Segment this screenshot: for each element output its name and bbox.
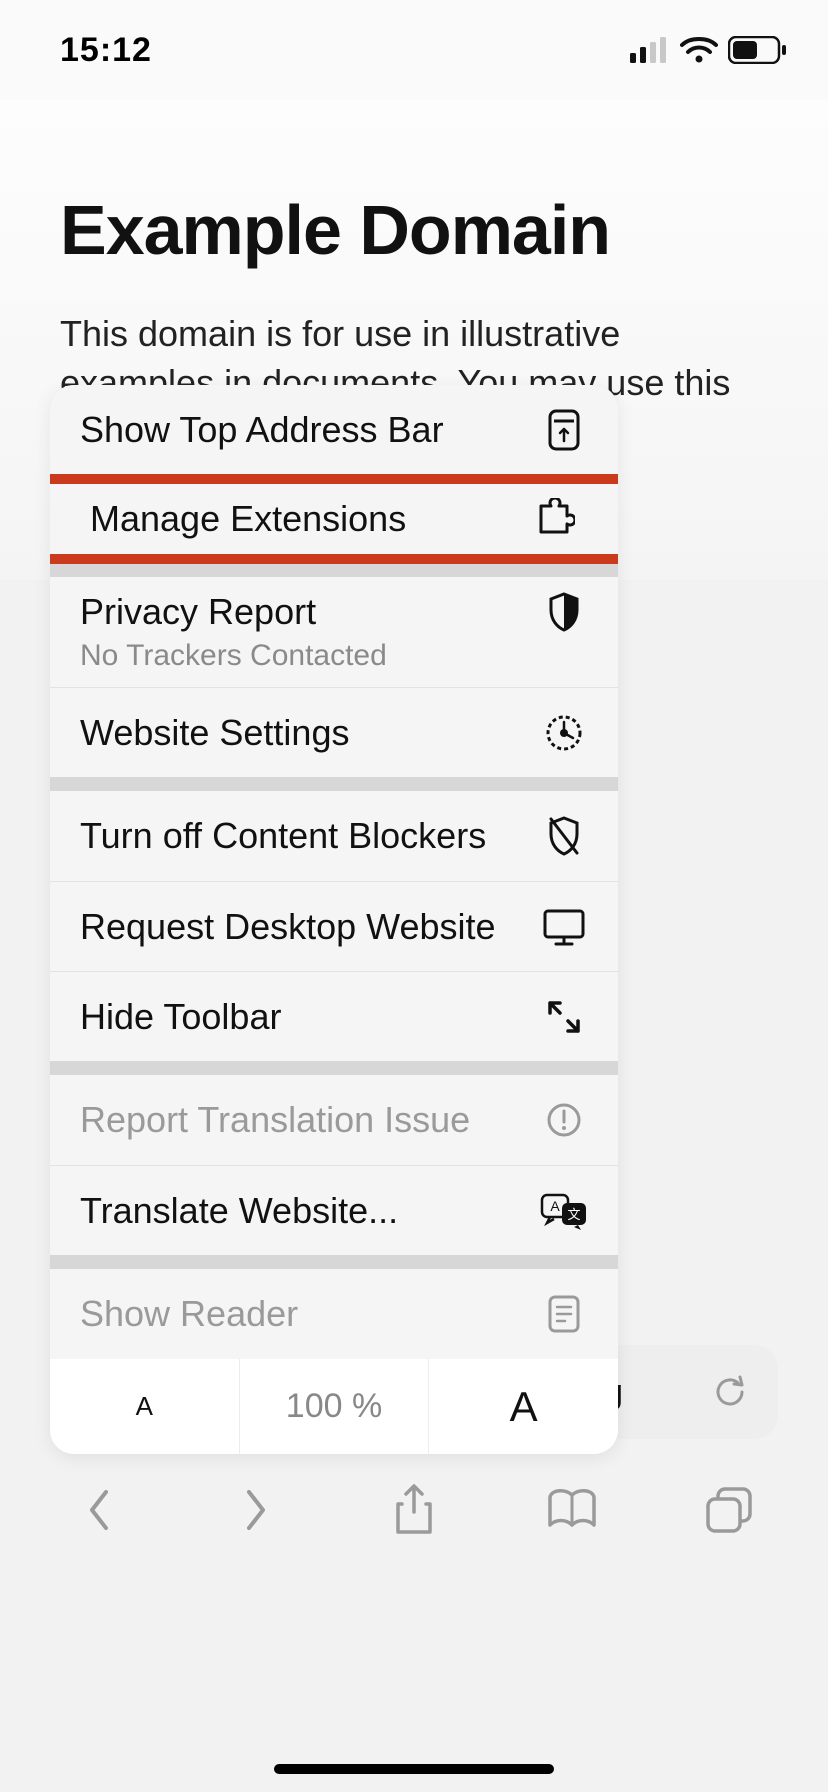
reload-icon[interactable] bbox=[712, 1374, 748, 1410]
menu-item-label: Hide Toolbar bbox=[80, 996, 540, 1038]
status-icons bbox=[630, 36, 788, 64]
puzzle-icon bbox=[530, 498, 578, 540]
shield-icon bbox=[540, 592, 588, 632]
menu-show-reader: Show Reader bbox=[50, 1269, 618, 1359]
zoom-out-label: A bbox=[136, 1391, 153, 1422]
svg-text:文: 文 bbox=[567, 1207, 580, 1222]
status-time: 15:12 bbox=[60, 31, 152, 70]
menu-item-label: Request Desktop Website bbox=[80, 906, 540, 948]
bottom-toolbar bbox=[0, 1455, 828, 1565]
page-title: Example Domain bbox=[60, 190, 768, 270]
bookmarks-button[interactable] bbox=[542, 1480, 602, 1540]
home-indicator bbox=[274, 1764, 554, 1774]
page-settings-menu: Show Top Address Bar Manage Extensions P… bbox=[50, 385, 618, 1454]
exclamation-circle-icon bbox=[540, 1101, 588, 1139]
battery-icon bbox=[728, 36, 788, 64]
menu-item-label: Report Translation Issue bbox=[80, 1099, 540, 1141]
menu-report-translation-issue: Report Translation Issue bbox=[50, 1075, 618, 1165]
menu-item-label: Turn off Content Blockers bbox=[80, 815, 540, 857]
menu-item-subtitle: No Trackers Contacted bbox=[80, 639, 387, 673]
menu-website-settings[interactable]: Website Settings bbox=[50, 687, 618, 777]
menu-show-top-address-bar[interactable]: Show Top Address Bar bbox=[50, 385, 618, 475]
shield-slash-icon bbox=[540, 815, 588, 857]
menu-item-label: Show Top Address Bar bbox=[80, 409, 540, 451]
cellular-icon bbox=[630, 37, 670, 63]
reader-icon bbox=[540, 1294, 588, 1334]
zoom-in-label: A bbox=[510, 1383, 538, 1431]
menu-item-label: Manage Extensions bbox=[90, 498, 530, 540]
menu-item-label: Website Settings bbox=[80, 712, 540, 754]
menu-item-label: Privacy Report bbox=[80, 591, 540, 633]
address-bar-top-icon bbox=[540, 409, 588, 451]
share-button[interactable] bbox=[384, 1480, 444, 1540]
menu-translate-website[interactable]: Translate Website... A文 bbox=[50, 1165, 618, 1255]
zoom-row: A 100 % A bbox=[50, 1359, 618, 1454]
menu-item-label: Show Reader bbox=[80, 1293, 540, 1335]
translate-icon: A文 bbox=[540, 1191, 588, 1231]
zoom-out-button[interactable]: A bbox=[50, 1359, 240, 1454]
menu-privacy-report[interactable]: Privacy Report No Trackers Contacted bbox=[50, 577, 618, 687]
desktop-icon bbox=[540, 908, 588, 946]
menu-item-label: Translate Website... bbox=[80, 1190, 540, 1232]
back-button[interactable] bbox=[69, 1480, 129, 1540]
zoom-in-button[interactable]: A bbox=[429, 1359, 618, 1454]
tabs-button[interactable] bbox=[699, 1480, 759, 1540]
status-bar: 15:12 bbox=[0, 0, 828, 100]
wifi-icon bbox=[680, 36, 718, 64]
menu-request-desktop-website[interactable]: Request Desktop Website bbox=[50, 881, 618, 971]
menu-manage-extensions[interactable]: Manage Extensions bbox=[50, 474, 618, 564]
arrows-diagonal-icon bbox=[540, 998, 588, 1036]
forward-button[interactable] bbox=[226, 1480, 286, 1540]
zoom-level[interactable]: 100 % bbox=[240, 1359, 430, 1454]
svg-text:A: A bbox=[550, 1198, 560, 1214]
menu-turn-off-content-blockers[interactable]: Turn off Content Blockers bbox=[50, 791, 618, 881]
zoom-level-label: 100 % bbox=[286, 1387, 382, 1426]
gear-icon bbox=[540, 713, 588, 753]
menu-hide-toolbar[interactable]: Hide Toolbar bbox=[50, 971, 618, 1061]
